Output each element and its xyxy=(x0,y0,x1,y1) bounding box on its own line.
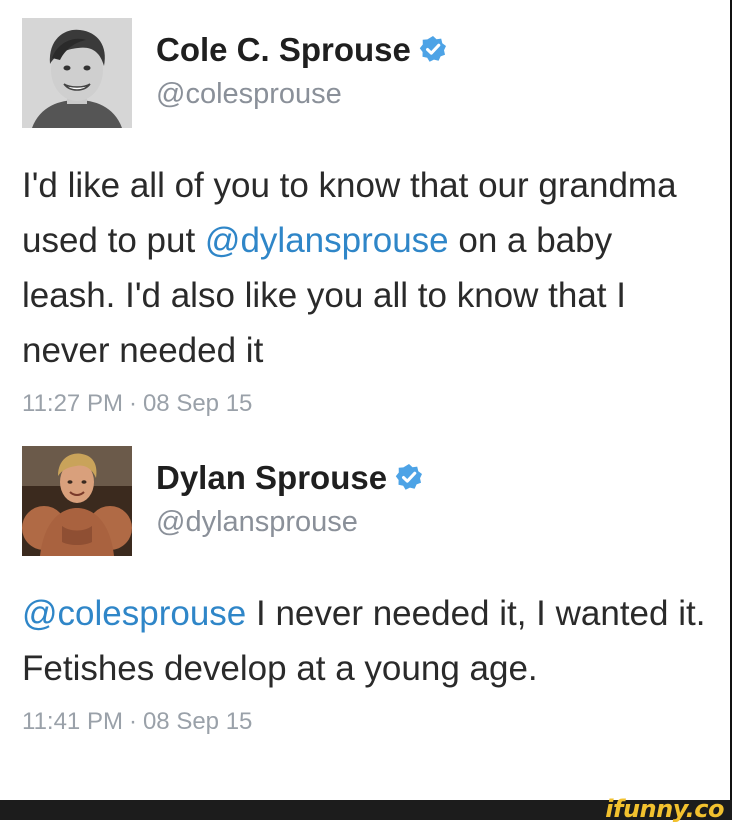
user-names: Dylan Sprouse @dylansprouse xyxy=(156,458,423,540)
tweet-time: 11:27 PM xyxy=(22,390,123,417)
display-name[interactable]: Cole C. Sprouse xyxy=(156,30,447,70)
timestamp-separator: · xyxy=(128,708,137,735)
tweet-header: Cole C. Sprouse @colesprouse xyxy=(22,18,712,128)
tweet-header: Dylan Sprouse @dylansprouse xyxy=(22,446,712,556)
tweet-text: I'd like all of you to know that our gra… xyxy=(22,158,712,378)
mention-link[interactable]: @colesprouse xyxy=(22,594,246,633)
watermark-bar: ifunny.co xyxy=(0,795,732,823)
tweet-timestamp[interactable]: 11:41 PM · 08 Sep 15 xyxy=(22,708,712,736)
verified-badge-icon xyxy=(419,32,447,62)
avatar[interactable] xyxy=(22,446,132,556)
tweet-screenshot: Cole C. Sprouse @colesprouse I'd like al… xyxy=(0,0,732,800)
user-names: Cole C. Sprouse @colesprouse xyxy=(156,30,447,112)
display-name[interactable]: Dylan Sprouse xyxy=(156,458,423,498)
avatar[interactable] xyxy=(22,18,132,128)
timestamp-separator: · xyxy=(128,390,137,417)
display-name-text[interactable]: Cole C. Sprouse xyxy=(156,30,411,70)
ifunny-watermark: ifunny.co xyxy=(605,795,724,823)
tweet-date: 08 Sep 15 xyxy=(142,708,253,735)
tweet-date: 08 Sep 15 xyxy=(142,390,253,417)
verified-badge-icon xyxy=(395,460,423,490)
mention-link[interactable]: @dylansprouse xyxy=(205,221,449,260)
tweet-dylan: Dylan Sprouse @dylansprouse @colesprouse… xyxy=(22,446,712,736)
tweet-timestamp[interactable]: 11:27 PM · 08 Sep 15 xyxy=(22,390,712,418)
user-handle[interactable]: @dylansprouse xyxy=(156,504,423,540)
display-name-text[interactable]: Dylan Sprouse xyxy=(156,458,387,498)
tweet-cole: Cole C. Sprouse @colesprouse I'd like al… xyxy=(22,18,712,418)
user-handle[interactable]: @colesprouse xyxy=(156,76,447,112)
tweet-time: 11:41 PM xyxy=(22,708,123,735)
tweet-text: @colesprouse I never needed it, I wanted… xyxy=(22,586,712,696)
